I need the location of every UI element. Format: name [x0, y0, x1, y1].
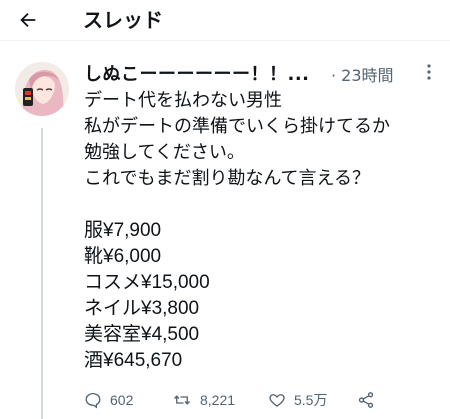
- tweet-text-line: 勉強してください。: [84, 142, 245, 163]
- like-button[interactable]: 5.5万: [268, 388, 327, 412]
- reply-count: 602: [110, 392, 134, 408]
- avatar-image: [15, 62, 69, 116]
- retweet-icon: [174, 395, 190, 405]
- tweet-text-line: これでもまだ割り勘なんて言える？: [84, 168, 371, 189]
- reply-icon: [85, 392, 101, 409]
- expense-list: 服¥7,900 靴¥6,000 コスメ¥15,000 ネイル¥3,800 美容室…: [84, 218, 444, 374]
- share-icon: [358, 392, 374, 408]
- more-button[interactable]: [419, 60, 439, 84]
- retweet-button[interactable]: 8,221: [172, 388, 235, 412]
- tweet-timestamp[interactable]: · 23時間: [331, 62, 394, 86]
- reply-button[interactable]: 602: [84, 388, 133, 412]
- arrow-left-icon: [20, 12, 36, 28]
- tweet-header: しぬこーーーーーー！！... · 23時間: [84, 60, 444, 86]
- expense-item: 服¥7,900: [84, 220, 162, 241]
- thread-line: [41, 128, 43, 419]
- expense-item: 美容室¥4,500: [84, 324, 200, 345]
- more-vertical-icon: [427, 64, 431, 80]
- tweet-text-line: デート代を払わない男性: [84, 90, 282, 111]
- back-button[interactable]: [14, 6, 42, 34]
- text-spacer: [84, 192, 444, 218]
- expense-item: コスメ¥15,000: [84, 272, 210, 293]
- tweet-text: デート代を払わない男性 私がデートの準備でいくら掛けてるか 勉強してください。 …: [84, 88, 444, 374]
- expense-item: ネイル¥3,800: [84, 298, 200, 319]
- share-button[interactable]: [357, 388, 375, 412]
- author-name[interactable]: しぬこーーーーーー！！...: [84, 60, 310, 86]
- tweet-text-line: 私がデートの準備でいくら掛けてるか: [84, 116, 390, 137]
- page-title: スレッド: [83, 8, 163, 32]
- retweet-count: 8,221: [200, 392, 236, 408]
- like-count: 5.5万: [294, 392, 328, 408]
- expense-item: 靴¥6,000: [84, 246, 162, 267]
- heart-icon: [269, 394, 285, 407]
- avatar[interactable]: [15, 62, 69, 116]
- tweet-actions: 602 8,221 5.5万: [84, 388, 444, 412]
- top-bar: スレッド: [0, 0, 450, 41]
- expense-item: 酒¥645,670: [84, 350, 183, 371]
